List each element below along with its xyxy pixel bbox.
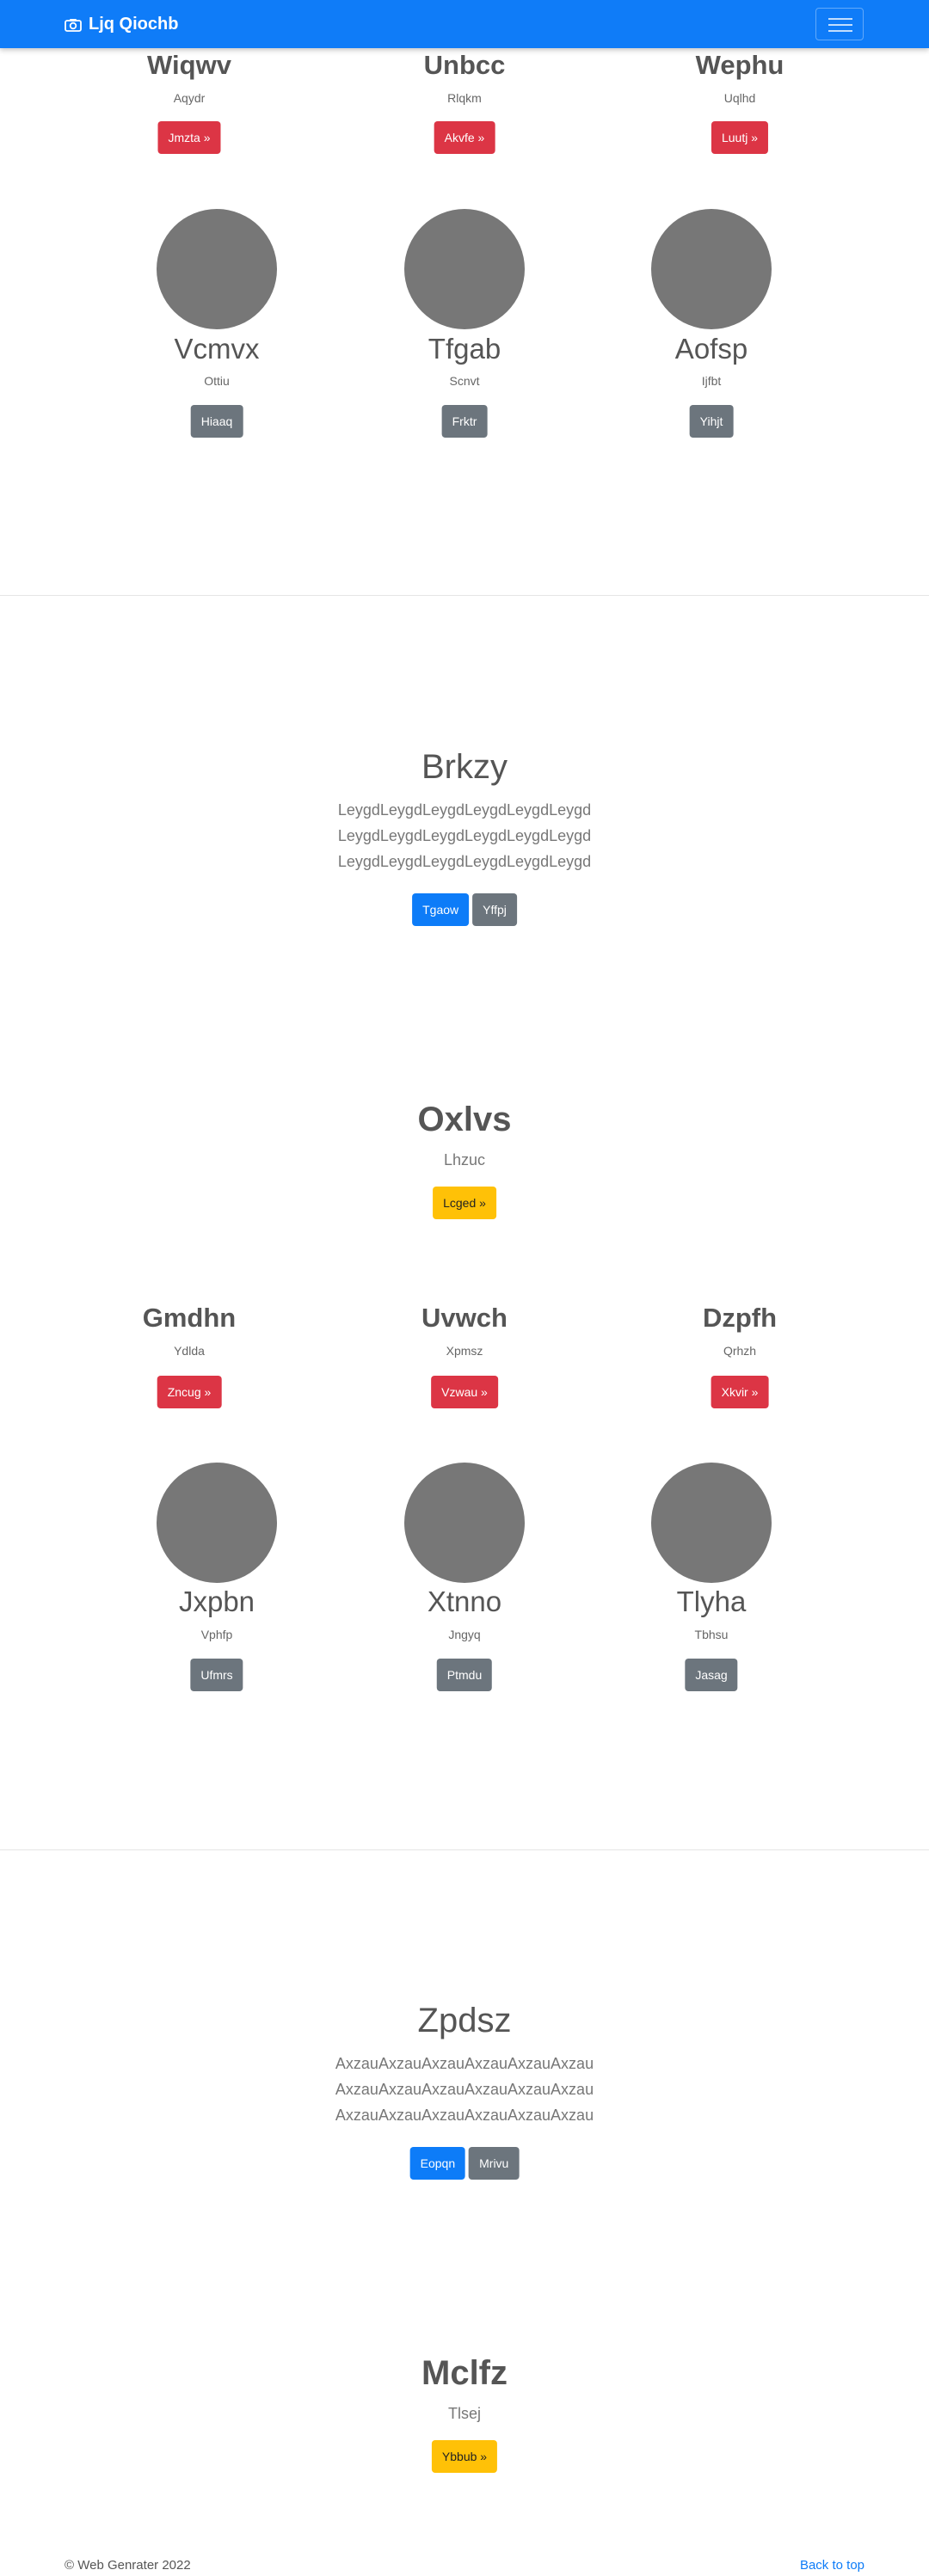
card-button[interactable]: Luutj » xyxy=(711,121,769,154)
card-title: Wiqwv xyxy=(147,50,231,80)
avatar-card-button[interactable]: Ufmrs xyxy=(190,1659,243,1691)
avatar-card-subtitle: Ijfbt xyxy=(701,374,722,388)
card-title: Gmdhn xyxy=(142,1303,237,1333)
jumbotron-text: AxzauAxzauAxzauAxzauAxzauAxzau AxzauAxza… xyxy=(335,2055,594,2124)
card-button[interactable]: Akvfe » xyxy=(434,121,495,154)
jumbotron-actions: Eopqn Mrivu xyxy=(409,2147,520,2180)
feature-button[interactable]: Ybbub » xyxy=(431,2440,498,2473)
avatar-placeholder xyxy=(651,209,772,329)
card-subtitle: Qrhzh xyxy=(723,1344,757,1358)
secondary-button[interactable]: Yffpj xyxy=(472,893,517,926)
avatar-card-subtitle: Tbhsu xyxy=(694,1628,729,1641)
jumbotron-title: Brkzy xyxy=(421,748,508,786)
hamburger-icon xyxy=(828,18,852,20)
card-subtitle: Ydlda xyxy=(174,1344,205,1358)
section-divider xyxy=(0,595,929,596)
avatar-card-button[interactable]: Hiaaq xyxy=(190,405,243,438)
avatar-card-subtitle: Vphfp xyxy=(200,1628,233,1641)
avatar-placeholder xyxy=(404,1463,525,1583)
card-title: Wephu xyxy=(695,50,784,80)
avatar-card-button[interactable]: Ptmdu xyxy=(436,1659,493,1691)
secondary-button[interactable]: Mrivu xyxy=(469,2147,520,2180)
feature-title: Oxlvs xyxy=(417,1101,512,1138)
brand-name: Ljq Qiochb xyxy=(89,15,179,34)
jumbotron-actions: Tgaow Yffpj xyxy=(412,893,517,926)
card-subtitle: Rlqkm xyxy=(447,91,482,105)
avatar-placeholder xyxy=(404,209,525,329)
avatar-placeholder xyxy=(157,209,277,329)
back-to-top-link[interactable]: Back to top xyxy=(800,2558,864,2573)
jumbotron-title: Zpdsz xyxy=(417,2002,512,2039)
card-title: Unbcc xyxy=(423,50,506,80)
avatar-card-button[interactable]: Yihjt xyxy=(689,405,734,438)
primary-button[interactable]: Tgaow xyxy=(412,893,470,926)
avatar-card-title: Tlyha xyxy=(676,1585,747,1617)
section-divider xyxy=(0,1849,929,1850)
avatar-placeholder xyxy=(157,1463,277,1583)
footer-copyright: © Web Genrater 2022 xyxy=(65,2558,191,2573)
avatar-card-title: Xtnno xyxy=(427,1585,502,1617)
primary-button[interactable]: Eopqn xyxy=(409,2147,466,2180)
feature-subtitle: Lhzuc xyxy=(443,1151,486,1168)
avatar-card-title: Vcmvx xyxy=(174,333,260,365)
avatar-placeholder xyxy=(651,1463,772,1583)
avatar-card-subtitle: Scnvt xyxy=(449,374,480,388)
card-subtitle: Xpmsz xyxy=(446,1344,483,1358)
avatar-card-title: Aofsp xyxy=(674,333,748,365)
avatar-card-title: Jxpbn xyxy=(178,1585,255,1617)
menu-toggle-button[interactable] xyxy=(815,8,864,40)
navbar: Ljq Qiochb xyxy=(0,0,929,48)
feature-button[interactable]: Lcged » xyxy=(433,1187,496,1219)
avatar-card-button[interactable]: Frktr xyxy=(441,405,488,438)
avatar-card-title: Tfgab xyxy=(428,333,501,365)
avatar-card-subtitle: Jngyq xyxy=(448,1628,481,1641)
card-button[interactable]: Jmzta » xyxy=(157,121,221,154)
jumbotron-text: LeygdLeygdLeygdLeygdLeygdLeygd LeygdLeyg… xyxy=(337,801,592,870)
card-subtitle: Aqydr xyxy=(173,91,206,105)
brand-link[interactable]: Ljq Qiochb xyxy=(65,15,178,34)
avatar-card-subtitle: Ottiu xyxy=(204,374,230,388)
avatar-card-button[interactable]: Jasag xyxy=(685,1659,738,1691)
card-button[interactable]: Xkvir » xyxy=(711,1376,769,1408)
feature-title: Mclfz xyxy=(421,2354,508,2392)
card-title: Uvwch xyxy=(421,1303,508,1333)
feature-subtitle: Tlsej xyxy=(447,2405,482,2422)
card-button[interactable]: Vzwau » xyxy=(431,1376,498,1408)
card-title: Dzpfh xyxy=(702,1303,778,1333)
camera-icon xyxy=(65,18,82,32)
card-subtitle: Uqlhd xyxy=(723,91,756,105)
card-button[interactable]: Zncug » xyxy=(157,1376,222,1408)
